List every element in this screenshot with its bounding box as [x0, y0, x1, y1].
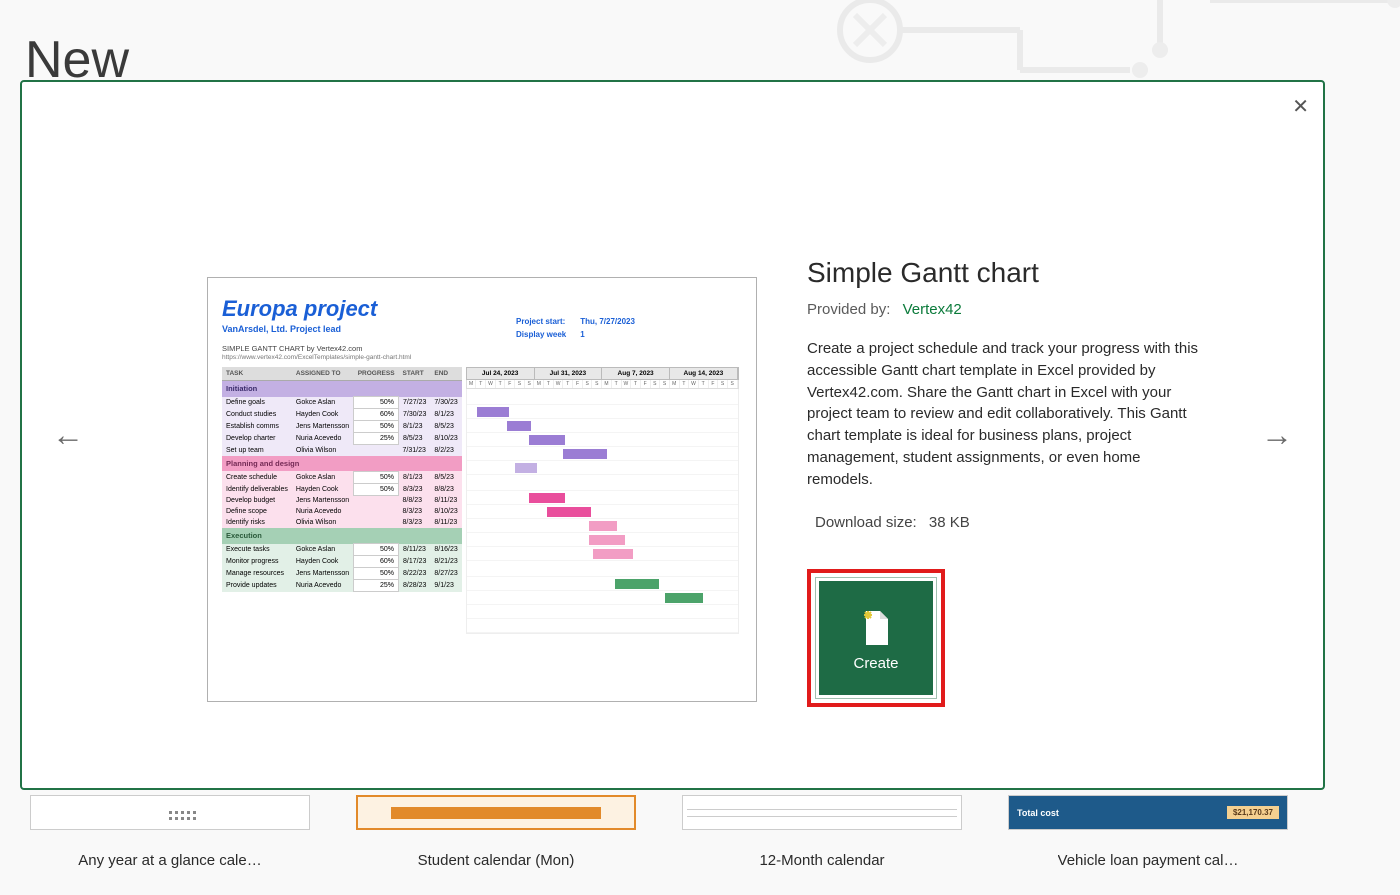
template-title: Simple Gantt chart	[807, 257, 1207, 289]
task-row: Develop budgetJens Martensson8/8/238/11/…	[222, 495, 462, 506]
template-gallery-row: Any year at a glance cale… Student calen…	[30, 795, 1288, 869]
download-size-value: 38 KB	[929, 514, 970, 531]
preview-url: https://www.vertex42.com/ExcelTemplates/…	[222, 354, 742, 361]
provided-label: Provided by:	[807, 301, 890, 318]
column-header: ASSIGNED TO	[292, 367, 354, 381]
task-row: Define goalsGokce Aslan50%7/27/237/30/23	[222, 397, 462, 409]
task-row: Create scheduleGokce Aslan50%8/1/238/5/2…	[222, 471, 462, 483]
task-row: Establish commsJens Martensson50%8/1/238…	[222, 421, 462, 433]
new-document-icon	[858, 605, 894, 649]
arrow-right-icon: →	[1261, 417, 1293, 453]
task-row: Manage resourcesJens Martensson50%8/22/2…	[222, 568, 462, 580]
task-row: Conduct studiesHayden Cook60%7/30/238/1/…	[222, 409, 462, 421]
task-row: Monitor progressHayden Cook60%8/17/238/2…	[222, 556, 462, 568]
column-header: END	[430, 367, 461, 381]
section-row: Initiation	[222, 381, 462, 397]
preview-subtitle: VanArsdel, Ltd. Project lead	[222, 324, 742, 334]
create-button-label: Create	[853, 655, 898, 672]
provider-link[interactable]: Vertex42	[903, 301, 962, 318]
template-description: Create a project schedule and track your…	[807, 338, 1207, 490]
template-preview-modal: ✕ ← → Europa project VanArsdel, Ltd. Pro…	[20, 80, 1325, 790]
template-card[interactable]: Total cost $21,170.37 Vehicle loan payme…	[1008, 795, 1288, 869]
gantt-chart: Jul 24, 2023Jul 31, 2023Aug 7, 2023Aug 1…	[466, 367, 739, 634]
task-row: Provide updatesNuria Acevedo25%8/28/239/…	[222, 580, 462, 592]
week-label: Jul 24, 2023	[467, 368, 535, 379]
template-label: Any year at a glance cale…	[78, 852, 261, 869]
download-size-label: Download size:	[815, 514, 917, 531]
preview-project-title: Europa project	[222, 296, 742, 322]
create-highlight-annotation: Create	[807, 569, 945, 707]
week-label: Aug 7, 2023	[602, 368, 670, 379]
task-row: Execute tasksGokce Aslan50%8/11/238/16/2…	[222, 544, 462, 556]
column-header: START	[399, 367, 431, 381]
template-card[interactable]: Student calendar (Mon)	[356, 795, 636, 869]
task-row: Define scopeNuria Acevedo8/3/238/10/23	[222, 506, 462, 517]
task-row: Develop charterNuria Acevedo25%8/5/238/1…	[222, 433, 462, 445]
preview-meta: SIMPLE GANTT CHART by Vertex42.com	[222, 344, 742, 353]
week-label: Aug 14, 2023	[670, 368, 738, 379]
template-thumb: Total cost $21,170.37	[1008, 795, 1288, 830]
template-thumb	[30, 795, 310, 830]
task-table: TASKASSIGNED TOPROGRESSSTARTEND Initiati…	[222, 367, 462, 592]
template-label: Student calendar (Mon)	[418, 852, 575, 869]
task-row: Identify deliverablesHayden Cook50%8/3/2…	[222, 483, 462, 495]
prev-template-button[interactable]: ←	[52, 417, 84, 454]
task-row: Set up teamOlivia Wilson7/31/238/2/23	[222, 445, 462, 456]
template-label: 12-Month calendar	[759, 852, 884, 869]
template-card[interactable]: Any year at a glance cale…	[30, 795, 310, 869]
create-button[interactable]: Create	[819, 581, 933, 695]
column-header: PROGRESS	[354, 367, 399, 381]
section-row: Execution	[222, 528, 462, 544]
section-row: Planning and design	[222, 456, 462, 472]
template-thumb	[356, 795, 636, 830]
template-label: Vehicle loan payment cal…	[1058, 852, 1239, 869]
week-label: Jul 31, 2023	[535, 368, 603, 379]
template-detail: Simple Gantt chart Provided by: Vertex42…	[807, 257, 1207, 707]
close-icon: ✕	[1292, 96, 1309, 118]
provided-by-row: Provided by: Vertex42	[807, 301, 1207, 318]
column-header: TASK	[222, 367, 292, 381]
next-template-button[interactable]: →	[1261, 417, 1293, 454]
arrow-left-icon: ←	[52, 417, 84, 453]
template-preview: Europa project VanArsdel, Ltd. Project l…	[207, 277, 757, 702]
template-card[interactable]: 12-Month calendar	[682, 795, 962, 869]
close-button[interactable]: ✕	[1292, 94, 1309, 119]
task-row: Identify risksOlivia Wilson8/3/238/11/23	[222, 517, 462, 528]
download-size-row: Download size: 38 KB	[807, 514, 1207, 531]
template-thumb	[682, 795, 962, 830]
preview-info: Project start:Thu, 7/27/2023 Display wee…	[508, 314, 643, 342]
